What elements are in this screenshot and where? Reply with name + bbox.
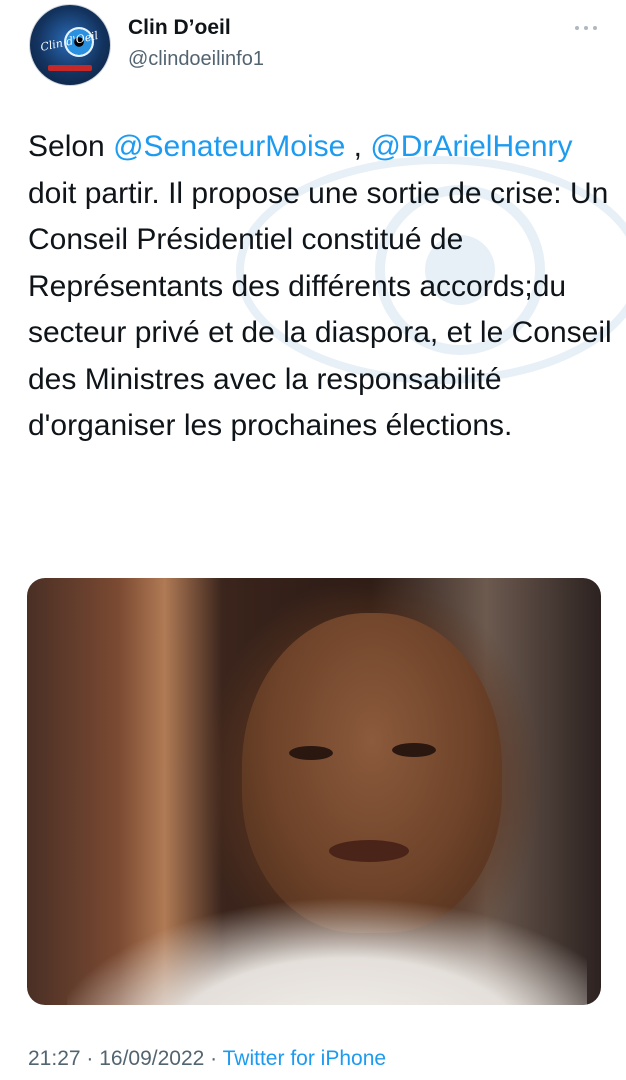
photo-eye-right (392, 743, 436, 757)
more-options-button[interactable] (566, 18, 606, 38)
tweet-text-between: , (345, 130, 371, 163)
tweet-photo[interactable] (27, 578, 601, 1005)
tweet: Clin d'Oeil Clin D’oeil @clindoeilinfo1 … (0, 0, 626, 1080)
photo-eye-left (289, 746, 333, 760)
tweet-timestamp: 21:27 · 16/09/2022 · Twitter for iPhone (28, 1047, 386, 1071)
meta-separator: · (204, 1047, 223, 1070)
tweet-text: Selon @SenateurMoise , @DrArielHenry doi… (28, 124, 613, 450)
photo-shirt (67, 878, 587, 1005)
more-horizontal-icon (575, 26, 579, 30)
mention-senateurmoise[interactable]: @SenateurMoise (113, 130, 345, 163)
user-handle[interactable]: @clindoeilinfo1 (128, 48, 264, 71)
more-horizontal-icon (593, 26, 597, 30)
tweet-date[interactable]: 16/09/2022 (99, 1047, 204, 1070)
tweet-text-body: doit partir. Il propose une sortie de cr… (28, 176, 612, 443)
logo-strip (48, 65, 92, 71)
display-name[interactable]: Clin D’oeil (128, 16, 231, 40)
mention-drarielhenry[interactable]: @DrArielHenry (370, 130, 572, 163)
tweet-time[interactable]: 21:27 (28, 1047, 81, 1070)
tweet-source[interactable]: Twitter for iPhone (223, 1047, 386, 1070)
tweet-text-prefix: Selon (28, 130, 114, 163)
avatar[interactable]: Clin d'Oeil (30, 5, 110, 85)
meta-separator: · (80, 1047, 100, 1070)
more-horizontal-icon (584, 26, 588, 30)
photo-mouth (329, 840, 409, 862)
